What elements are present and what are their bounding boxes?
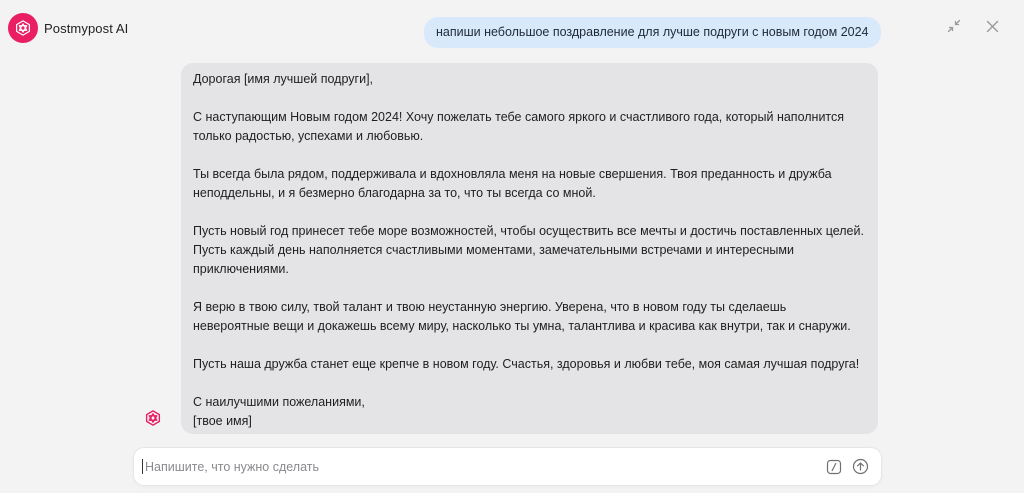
message-paragraph: С наступающим Новым годом 2024! Хочу пож… (193, 110, 845, 143)
app-name: Postmypost AI (44, 20, 129, 36)
message-paragraph: Пусть новый год принесет тебе море возмо… (193, 224, 864, 276)
window-controls (946, 18, 1000, 34)
prompt-input[interactable] (145, 448, 825, 485)
composer-actions (825, 458, 869, 475)
slash-command-icon[interactable] (825, 458, 842, 475)
signature: [твое имя] (193, 414, 252, 428)
chat-window: Postmypost AI напиши небольшое поздравле… (0, 0, 1024, 493)
closing-line: С наилучшими пожеланиями, (193, 395, 365, 409)
message-greeting: Дорогая [имя лучшей подруги], (193, 72, 374, 86)
brand: Postmypost AI (8, 13, 128, 43)
close-icon[interactable] (984, 18, 1000, 34)
text-caret (142, 459, 143, 474)
message-paragraph: Я верю в твою силу, твой талант и твою н… (193, 300, 851, 333)
assistant-message: Дорогая [имя лучшей подруги], С наступаю… (181, 63, 878, 434)
composer (134, 448, 881, 485)
collapse-arrows-icon[interactable] (946, 18, 962, 34)
message-paragraph: Пусть наша дружба станет еще крепче в но… (193, 357, 860, 371)
assistant-avatar-icon (143, 408, 163, 428)
user-message: напиши небольшое поздравление для лучше … (424, 17, 881, 48)
message-closing: С наилучшими пожеланиями, [твое имя] (193, 393, 866, 431)
message-paragraph: Ты всегда была рядом, поддерживала и вдо… (193, 167, 832, 200)
postmypost-logo-icon (8, 13, 38, 43)
send-arrow-up-icon[interactable] (852, 458, 869, 475)
